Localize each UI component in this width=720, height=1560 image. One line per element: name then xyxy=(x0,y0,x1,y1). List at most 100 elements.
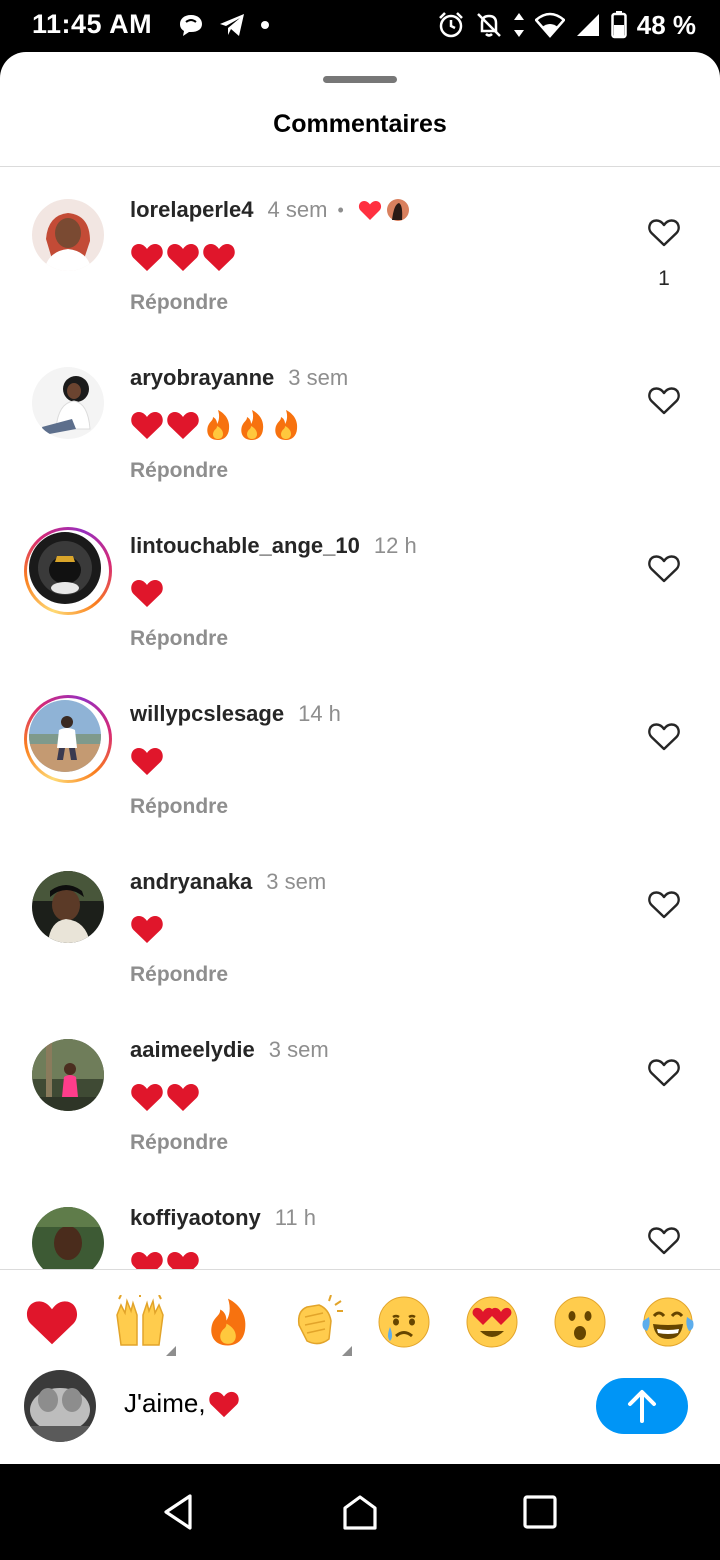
username[interactable]: willypcslesage xyxy=(130,701,284,727)
like-button[interactable] xyxy=(646,383,682,417)
reply-button[interactable]: Répondre xyxy=(130,291,228,315)
comment-header: aaimeelydie 3 sem xyxy=(130,1037,329,1063)
red-heart-icon xyxy=(131,916,163,943)
comment-text xyxy=(130,239,236,275)
avatar-wrap xyxy=(32,367,104,439)
story-ring[interactable] xyxy=(24,527,112,615)
username[interactable]: aaimeelydie xyxy=(130,1037,255,1063)
red-heart-icon xyxy=(167,1084,199,1111)
red-heart-icon xyxy=(358,201,381,220)
red-heart-icon xyxy=(131,244,163,271)
clapping-hands-icon xyxy=(297,1295,343,1345)
drag-handle[interactable] xyxy=(323,76,397,83)
avatar[interactable] xyxy=(32,199,104,271)
comment-time: 3 sem xyxy=(288,365,349,390)
reply-button[interactable]: Répondre xyxy=(130,963,228,987)
comment-composer: J'aime, xyxy=(0,1366,720,1464)
dot-icon xyxy=(261,21,269,29)
like-button[interactable] xyxy=(646,719,682,753)
fire-icon xyxy=(275,410,298,440)
reaction-red-heart[interactable] xyxy=(24,1294,80,1350)
nav-back-button[interactable] xyxy=(154,1488,202,1536)
reply-button[interactable]: Répondre xyxy=(130,459,228,483)
comment-header: andryanaka 3 sem xyxy=(130,869,326,895)
avatar-wrap xyxy=(32,199,104,271)
sheet-title: Commentaires xyxy=(273,110,447,138)
signal-icon xyxy=(576,14,599,36)
avatar[interactable] xyxy=(32,1207,104,1269)
username[interactable]: aryobrayanne xyxy=(130,365,274,391)
arrow-up-icon xyxy=(628,1390,656,1423)
like-button[interactable] xyxy=(646,887,682,921)
comment-item: lorelaperle4 4 sem • Répondre 1 xyxy=(0,167,720,335)
comment-text xyxy=(130,575,164,611)
comment-header: aryobrayanne 3 sem xyxy=(130,365,348,391)
separator-dot: • xyxy=(337,199,344,220)
comment-header: lintouchable_ange_10 12 h xyxy=(130,533,417,559)
avatar xyxy=(29,532,101,604)
avatar-wrap xyxy=(32,1039,104,1111)
red-heart-icon xyxy=(131,580,163,607)
comment-item: lintouchable_ange_10 12 h Répondre xyxy=(0,503,720,671)
fire-icon xyxy=(241,410,264,440)
reply-button[interactable]: Répondre xyxy=(130,1131,228,1155)
crying-face-icon xyxy=(378,1296,430,1348)
reaction-crying-face[interactable] xyxy=(376,1294,432,1350)
reply-button[interactable]: Répondre xyxy=(130,627,228,651)
comment-item: aaimeelydie 3 sem Répondre xyxy=(0,1007,720,1175)
comment-text xyxy=(130,911,164,947)
reply-button[interactable]: Répondre xyxy=(130,795,228,819)
battery-icon xyxy=(610,11,627,39)
like-button[interactable] xyxy=(646,215,682,249)
heart-outline-icon xyxy=(648,890,680,918)
comment-time: 3 sem xyxy=(268,1037,329,1062)
comment-item: willypcslesage 14 h Répondre xyxy=(0,671,720,839)
current-user-avatar[interactable] xyxy=(24,1370,96,1442)
username[interactable]: andryanaka xyxy=(130,869,252,895)
reaction-clapping-hands[interactable] xyxy=(288,1294,352,1356)
comment-item: andryanaka 3 sem Répondre xyxy=(0,839,720,1007)
home-icon xyxy=(343,1495,377,1530)
back-triangle-icon xyxy=(164,1494,192,1530)
reaction-surprised-face[interactable] xyxy=(552,1294,608,1350)
username[interactable]: lintouchable_ange_10 xyxy=(130,533,360,559)
like-button[interactable] xyxy=(646,1223,682,1257)
fire-icon xyxy=(211,1298,246,1346)
story-ring[interactable] xyxy=(24,695,112,783)
notifications-off-icon xyxy=(476,13,501,37)
nav-home-button[interactable] xyxy=(336,1488,384,1536)
heart-outline-icon xyxy=(648,1226,680,1254)
like-button[interactable] xyxy=(646,1055,682,1089)
comment-item: aryobrayanne 3 sem Répondre xyxy=(0,335,720,503)
red-heart-icon xyxy=(131,748,163,775)
comment-header: koffiyaotony 11 h xyxy=(130,1205,316,1231)
avatar[interactable] xyxy=(32,871,104,943)
red-heart-icon xyxy=(167,412,199,439)
comment-text xyxy=(130,407,302,443)
data-arrows-icon xyxy=(513,13,524,37)
avatar-wrap xyxy=(32,1207,104,1269)
send-button[interactable] xyxy=(596,1378,688,1434)
comment-input-text: J'aime, xyxy=(124,1388,206,1418)
system-icons: 48 % xyxy=(437,9,696,41)
avatar[interactable] xyxy=(32,367,104,439)
like-button[interactable] xyxy=(646,551,682,585)
comment-input[interactable]: J'aime, xyxy=(124,1388,240,1419)
red-heart-icon xyxy=(203,244,235,271)
comments-sheet: Commentaires lorelaperle4 4 sem • Répond… xyxy=(0,52,720,1464)
recents-square-icon xyxy=(523,1495,557,1529)
username[interactable]: koffiyaotony xyxy=(130,1205,261,1231)
reaction-fire[interactable] xyxy=(200,1294,256,1350)
reaction-heart-eyes[interactable] xyxy=(464,1294,520,1350)
avatar[interactable] xyxy=(32,1039,104,1111)
reaction-tears-of-joy[interactable] xyxy=(640,1294,696,1350)
comment-item: koffiyaotony 11 h xyxy=(0,1175,720,1269)
comments-list[interactable]: lorelaperle4 4 sem • Répondre 1 aryobray… xyxy=(0,167,720,1269)
nav-recents-button[interactable] xyxy=(516,1488,564,1536)
status-time: 11:45 AM xyxy=(32,9,153,39)
reaction-raising-hands[interactable] xyxy=(112,1294,176,1356)
author-avatar-mini xyxy=(386,199,409,221)
battery-percentage: 48 % xyxy=(636,9,696,40)
username[interactable]: lorelaperle4 xyxy=(130,197,254,223)
fire-icon xyxy=(207,410,230,440)
